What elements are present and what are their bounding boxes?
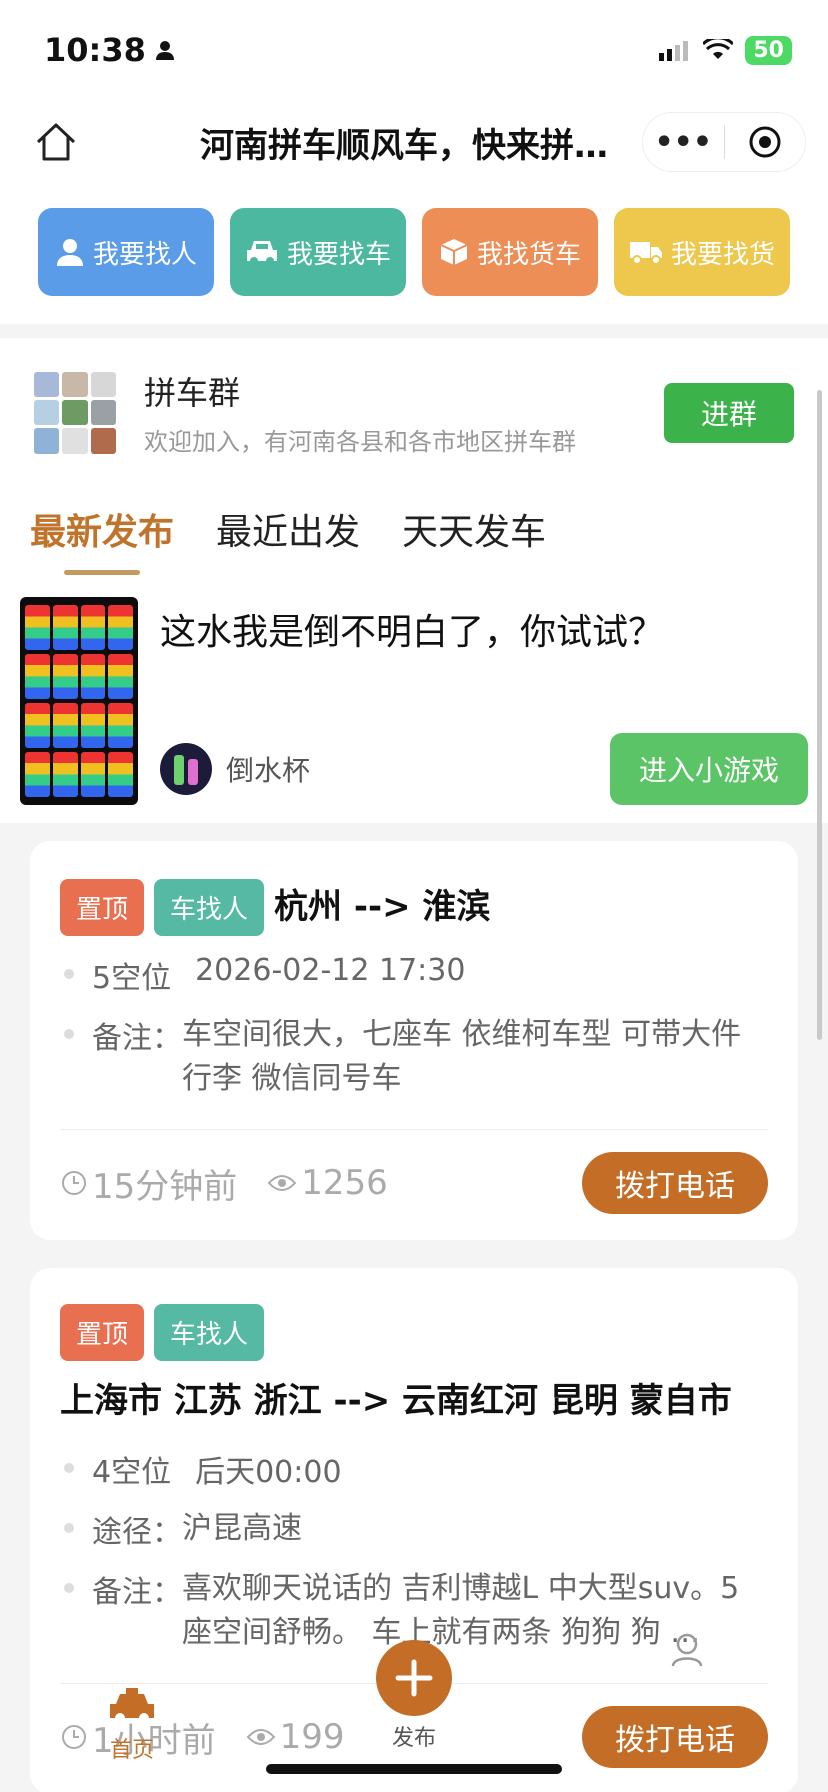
post-card[interactable]: 置顶 车找人 杭州 --> 淮滨 5空位 2026-02-12 17:30 备注… (30, 841, 798, 1240)
type-badge: 车找人 (154, 1304, 265, 1361)
box-icon (440, 239, 468, 265)
section-gap (0, 823, 828, 841)
depart-time: 后天00:00 (195, 1455, 342, 1490)
battery-indicator: 50 (745, 35, 792, 65)
signal-icon (659, 41, 689, 61)
page-title: 河南拼车顺风车，快来拼… (200, 126, 608, 166)
find-cargo-label: 我要找货 (670, 239, 775, 270)
note-row: 备注： 车空间很大，七座车 依维柯车型 可带大件行李 微信同号车 (60, 1013, 768, 1101)
post-header: 置顶 车找人 杭州 --> 淮滨 (60, 877, 768, 937)
game-avatar (160, 743, 212, 795)
clock-icon (62, 1171, 86, 1195)
route-text: 杭州 --> 淮滨 (274, 887, 491, 927)
bottom-tab-bar: 首页 发布 (0, 1633, 828, 1792)
group-text: 拼车群 欢迎加入，有河南各县和各市地区拼车群 (144, 368, 664, 457)
status-bar: 10:38 50 (0, 0, 828, 100)
game-thumbnail (20, 597, 138, 805)
status-time: 10:38 (44, 31, 176, 69)
tab-profile[interactable] (670, 1632, 704, 1672)
find-car-button[interactable]: 我要找车 (230, 208, 406, 296)
eye-icon (267, 1175, 297, 1191)
mini-program-capsule: ••• (642, 112, 806, 172)
quick-actions: 我要找人 我要找车 我找货车 我要找货 (0, 184, 828, 324)
plus-icon (376, 1640, 452, 1716)
group-desc: 欢迎加入，有河南各县和各市地区拼车群 (144, 428, 576, 456)
bullet-dot (64, 1029, 74, 1039)
bullet-dot (64, 969, 74, 979)
note-label: 备注： (92, 1021, 182, 1056)
posted-ago-text: 15分钟前 (92, 1166, 238, 1207)
view-count: 1256 (267, 1159, 388, 1208)
ad-user-name: 倒水杯 (226, 754, 311, 787)
content-top: 拼车群 欢迎加入，有河南各县和各市地区拼车群 进群 最新发布 最近出发 天天发车… (0, 338, 828, 841)
find-car-label: 我要找车 (286, 239, 391, 270)
taxi-icon (110, 1688, 154, 1723)
group-avatar (34, 371, 116, 454)
post-meta: 15分钟前 1256 (60, 1159, 388, 1208)
nav-bar: 河南拼车顺风车，快来拼… ••• (0, 100, 828, 184)
seat-time-row: 4空位 后天00:00 (60, 1447, 768, 1491)
posted-ago: 15分钟前 (60, 1159, 237, 1208)
more-icon[interactable]: ••• (643, 125, 724, 160)
tab-publish-label: 发布 (391, 1726, 436, 1751)
seats-text: 4空位 (92, 1455, 172, 1490)
car-icon (246, 241, 277, 265)
close-target-icon[interactable] (725, 125, 806, 159)
via-label: 途径： (92, 1515, 182, 1550)
truck-icon (629, 242, 662, 265)
ad-content: 这水我是倒不明白了，你试试？ 倒水杯 进入小游戏 (160, 597, 808, 805)
note-text: 车空间很大，七座车 依维柯车型 可带大件行李 微信同号车 (182, 1017, 742, 1096)
tabs: 最新发布 最近出发 天天发车 (0, 477, 828, 575)
tab-home-label: 首页 (109, 1738, 154, 1763)
clock-text: 10:38 (44, 31, 146, 69)
call-button[interactable]: 拨打电话 (582, 1152, 768, 1214)
pinned-badge: 置顶 (60, 1304, 145, 1361)
home-icon[interactable] (34, 120, 78, 164)
tab-latest[interactable]: 最新发布 (30, 503, 174, 575)
post-header: 置顶 车找人 上海市 江苏 浙江 --> 云南红河 昆明 蒙自市 (60, 1304, 768, 1431)
top-area: 10:38 50 河南拼车顺风车，快来拼… ••• 我要找人 我要找车 我找货车… (0, 0, 828, 324)
find-passenger-button[interactable]: 我要找人 (38, 208, 214, 296)
ad-footer: 倒水杯 进入小游戏 (160, 733, 808, 805)
ad-user: 倒水杯 (160, 743, 310, 795)
find-passenger-label: 我要找人 (92, 239, 197, 270)
ad-title: 这水我是倒不明白了，你试试？ (160, 612, 665, 653)
tab-home[interactable]: 首页 (108, 1686, 156, 1764)
scrollbar[interactable] (817, 390, 822, 1040)
profile-icon (671, 1633, 703, 1667)
find-truck-label: 我找货车 (476, 239, 581, 270)
group-banner[interactable]: 拼车群 欢迎加入，有河南各县和各市地区拼车群 进群 (0, 338, 828, 477)
bullet-dot (64, 1523, 74, 1533)
enter-game-button[interactable]: 进入小游戏 (610, 733, 808, 805)
bullet-dot (64, 1463, 74, 1473)
via-text: 沪昆高速 (182, 1511, 302, 1546)
group-name: 拼车群 (144, 374, 241, 412)
user-icon (56, 239, 83, 266)
depart-time: 2026-02-12 17:30 (195, 953, 466, 988)
find-truck-button[interactable]: 我找货车 (422, 208, 598, 296)
post-footer: 15分钟前 1256 拨打电话 (60, 1129, 768, 1214)
seat-time-row: 5空位 2026-02-12 17:30 (60, 953, 768, 997)
tab-publish[interactable]: 发布 (376, 1640, 452, 1752)
home-indicator (266, 1764, 562, 1774)
wifi-icon (703, 39, 734, 59)
person-icon (155, 41, 174, 60)
tab-daily-departure[interactable]: 天天发车 (402, 503, 546, 575)
find-cargo-button[interactable]: 我要找货 (614, 208, 790, 296)
tab-recent-departure[interactable]: 最近出发 (216, 503, 360, 575)
join-group-button[interactable]: 进群 (664, 382, 794, 443)
seats-text: 5空位 (92, 961, 172, 996)
status-icons: 50 (659, 35, 792, 65)
via-row: 途径： 沪昆高速 (60, 1507, 768, 1551)
type-badge: 车找人 (154, 878, 265, 936)
game-ad[interactable]: 这水我是倒不明白了，你试试？ 倒水杯 进入小游戏 (0, 575, 828, 823)
bullet-dot (64, 1583, 74, 1593)
view-count-text: 1256 (301, 1163, 388, 1203)
route-text: 上海市 江苏 浙江 --> 云南红河 昆明 蒙自市 (60, 1381, 732, 1421)
pinned-badge: 置顶 (60, 878, 145, 936)
